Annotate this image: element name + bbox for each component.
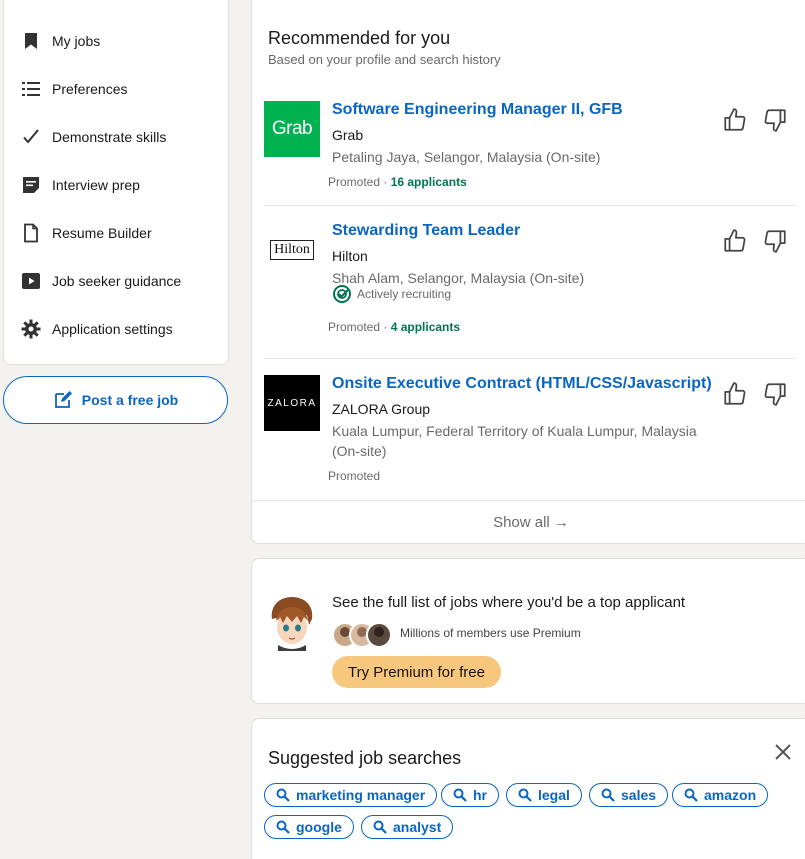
- company-logo: Hilton: [264, 222, 320, 278]
- sidebar-item-label: Demonstrate skills: [52, 129, 167, 145]
- search-chip[interactable]: hr: [441, 783, 499, 807]
- chip-label: marketing manager: [296, 787, 426, 803]
- premium-headline: See the full list of jobs where you'd be…: [332, 594, 686, 611]
- thumbs-down-icon[interactable]: [762, 107, 788, 133]
- sidebar-item-job-seeker-guidance[interactable]: Job seeker guidance: [21, 266, 181, 296]
- applicant-count: 4 applicants: [390, 320, 461, 334]
- gear-icon: [21, 319, 41, 339]
- logo-text: Grab: [271, 118, 313, 139]
- try-premium-button[interactable]: Try Premium for free: [332, 656, 501, 688]
- chip-label: sales: [621, 787, 657, 803]
- checkmark-icon: [21, 127, 41, 147]
- show-all-button[interactable]: Show all →: [252, 500, 805, 544]
- sidebar-item-label: Resume Builder: [52, 225, 152, 241]
- job-title-link[interactable]: Software Engineering Manager II, GFB: [332, 101, 623, 119]
- section-subtitle: Based on your profile and search history: [268, 52, 501, 67]
- chip-label: analyst: [393, 819, 442, 835]
- sidebar-item-preferences[interactable]: Preferences: [21, 74, 127, 104]
- compose-icon: [54, 391, 72, 408]
- company-logo: ZALORA: [264, 375, 320, 431]
- close-icon[interactable]: [772, 741, 794, 763]
- list-icon: [21, 79, 41, 99]
- sidebar-item-label: Interview prep: [52, 177, 140, 193]
- search-icon: [276, 820, 290, 834]
- job-company: Hilton: [332, 248, 368, 264]
- premium-upsell-card: See the full list of jobs where you'd be…: [251, 558, 805, 704]
- applicant-count: 16 applicants: [390, 175, 467, 189]
- sidebar-item-label: Application settings: [52, 321, 173, 337]
- sidebar-item-my-jobs[interactable]: My jobs: [21, 26, 100, 56]
- video-icon: [21, 271, 41, 291]
- premium-avatar-illustration: [271, 597, 313, 651]
- job-company: ZALORA Group: [332, 401, 431, 417]
- logo-text: Hilton: [270, 240, 314, 260]
- sidebar-item-label: My jobs: [52, 33, 101, 49]
- member-avatars: [332, 622, 392, 648]
- recruiting-label: Actively recruiting: [357, 287, 452, 301]
- sidebar-item-label: Job seeker guidance: [52, 273, 182, 289]
- bookmark-icon: [21, 31, 41, 51]
- job-card[interactable]: Hilton Stewarding Team Leader Hilton Sha…: [264, 222, 796, 342]
- thumbs-up-icon[interactable]: [722, 381, 748, 407]
- sidebar-item-application-settings[interactable]: Application settings: [21, 314, 173, 344]
- suggested-searches-card: Suggested job searches marketing manager…: [251, 718, 805, 859]
- chip-label: google: [296, 819, 342, 835]
- search-chip[interactable]: amazon: [672, 783, 769, 807]
- chip-label: legal: [538, 787, 570, 803]
- search-icon: [518, 788, 532, 802]
- thumbs-up-icon[interactable]: [722, 107, 748, 133]
- search-chip[interactable]: marketing manager: [264, 783, 438, 807]
- sidebar-item-demonstrate-skills[interactable]: Demonstrate skills: [21, 122, 166, 152]
- section-title: Suggested job searches: [268, 748, 462, 768]
- promoted-label: Promoted: [328, 469, 381, 483]
- notes-icon: [21, 175, 41, 195]
- job-card[interactable]: Grab Software Engineering Manager II, GF…: [264, 101, 796, 191]
- logo-text: ZALORA: [267, 397, 317, 409]
- job-location: Petaling Jaya, Selangor, Malaysia (On-si…: [332, 149, 601, 165]
- search-icon: [276, 788, 290, 802]
- chip-label: hr: [473, 787, 487, 803]
- search-chip[interactable]: sales: [589, 783, 669, 807]
- job-title-link[interactable]: Stewarding Team Leader: [332, 222, 520, 240]
- thumbs-down-icon[interactable]: [762, 228, 788, 254]
- job-meta: Promoted · 4 applicants: [328, 320, 460, 334]
- company-logo: Grab: [264, 101, 320, 157]
- sidebar-item-label: Preferences: [52, 81, 128, 97]
- search-icon: [453, 788, 467, 802]
- meta-separator: ·: [380, 320, 391, 334]
- thumbs-down-icon[interactable]: [762, 381, 788, 407]
- chip-label: amazon: [704, 787, 757, 803]
- actively-recruiting: Actively recruiting: [332, 284, 451, 304]
- job-divider: [264, 205, 796, 206]
- sidebar-item-resume-builder[interactable]: Resume Builder: [21, 218, 152, 248]
- section-title: Recommended for you: [268, 28, 451, 48]
- job-title-link[interactable]: Onsite Executive Contract (HTML/CSS/Java…: [332, 375, 712, 393]
- premium-members-text: Millions of members use Premium: [400, 626, 581, 640]
- job-meta: Promoted: [328, 469, 380, 483]
- post-free-job-label: Post a free job: [81, 392, 179, 408]
- promoted-label: Promoted: [328, 175, 381, 189]
- sidebar-item-interview-prep[interactable]: Interview prep: [21, 170, 140, 200]
- recruiting-target-icon: [333, 285, 351, 303]
- search-icon: [373, 820, 387, 834]
- search-chip[interactable]: legal: [506, 783, 582, 807]
- search-icon: [601, 788, 615, 802]
- job-company: Grab: [332, 127, 364, 143]
- search-chip[interactable]: analyst: [361, 815, 454, 839]
- recommended-jobs-card: Recommended for you Based on your profil…: [251, 0, 805, 544]
- post-free-job-button[interactable]: Post a free job: [3, 376, 228, 424]
- promoted-label: Promoted: [328, 320, 381, 334]
- search-chip[interactable]: google: [264, 815, 354, 839]
- thumbs-up-icon[interactable]: [722, 228, 748, 254]
- meta-separator: ·: [380, 175, 391, 189]
- jobs-sidebar: My jobs Preferences Demonstrate skills I…: [3, 0, 229, 365]
- search-icon: [684, 788, 698, 802]
- job-card[interactable]: ZALORA Onsite Executive Contract (HTML/C…: [264, 375, 796, 485]
- job-meta: Promoted · 16 applicants: [328, 175, 467, 189]
- job-location: Kuala Lumpur, Federal Territory of Kuala…: [332, 423, 697, 459]
- job-divider: [264, 358, 796, 359]
- document-icon: [21, 223, 41, 243]
